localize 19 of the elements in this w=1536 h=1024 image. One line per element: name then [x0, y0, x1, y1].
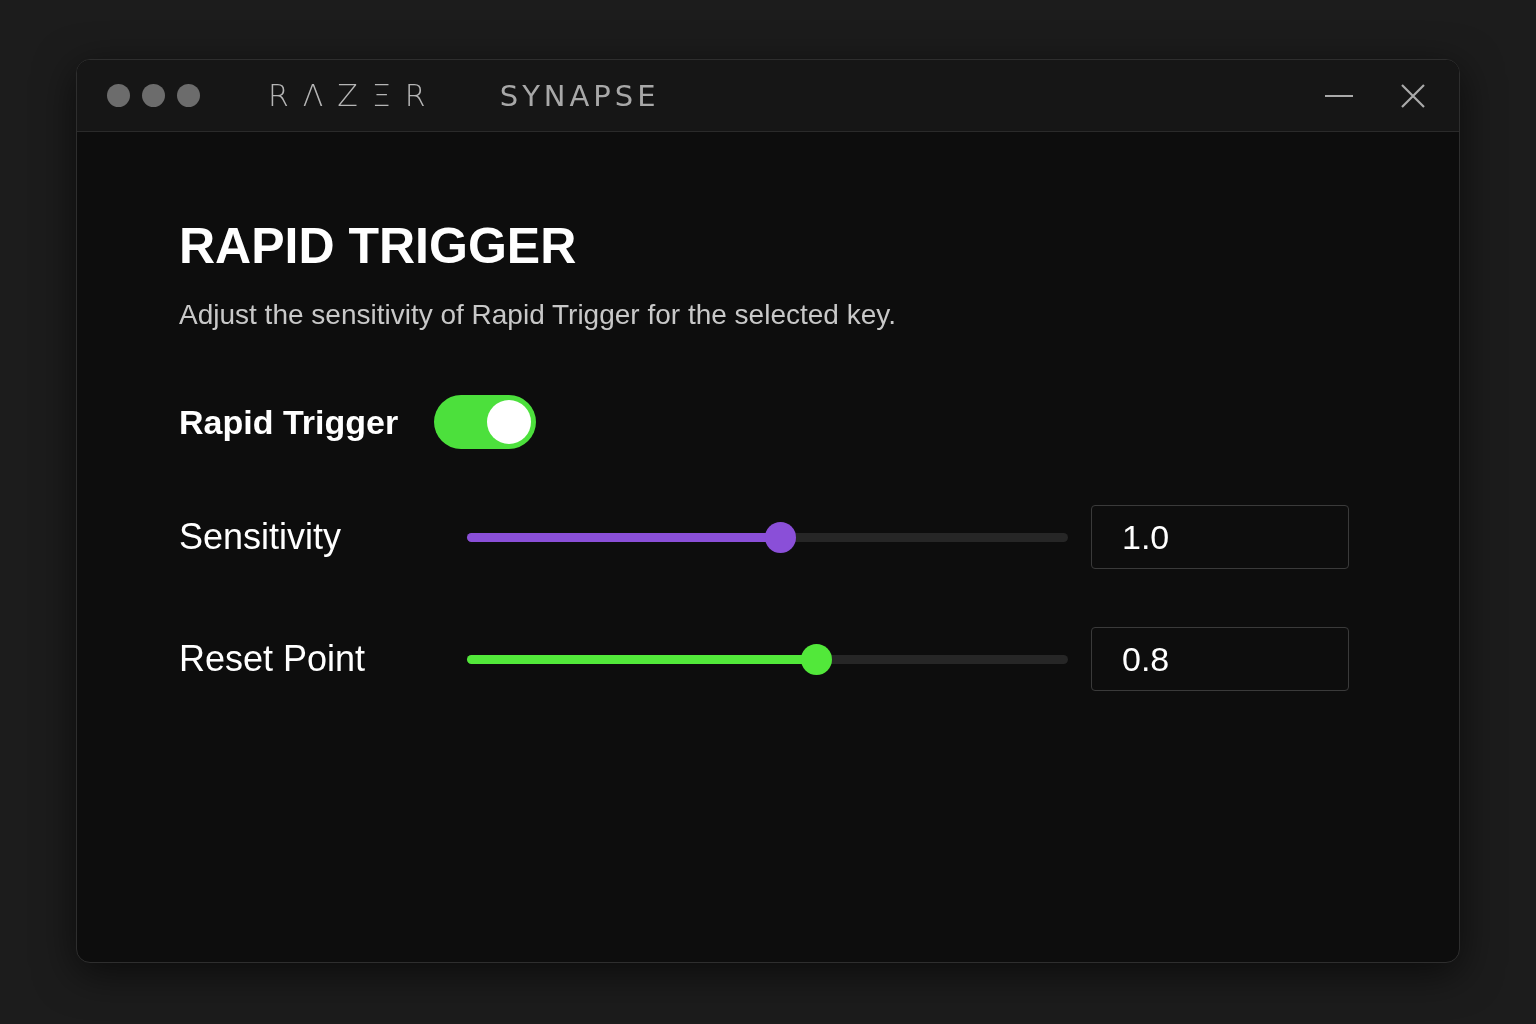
- window-dot-icon[interactable]: [142, 84, 165, 107]
- toggle-switch[interactable]: [434, 395, 537, 449]
- window-dot-icon[interactable]: [107, 84, 130, 107]
- page-heading: RAPID TRIGGER: [179, 217, 578, 275]
- window-dot-icon[interactable]: [177, 84, 200, 107]
- toggle-label: Rapid Trigger: [179, 402, 399, 442]
- slider-label: Reset Point: [179, 638, 367, 680]
- slider-thumb[interactable]: [764, 521, 796, 553]
- value-field[interactable]: 0.8: [1091, 627, 1349, 691]
- minimize-icon: [1325, 93, 1353, 98]
- value-field[interactable]: 1.0: [1091, 505, 1349, 569]
- window-title: SYNAPSE: [499, 78, 660, 113]
- slider[interactable]: [467, 643, 1068, 675]
- slider-thumb[interactable]: [800, 643, 832, 675]
- slider-label: Sensitivity: [179, 516, 343, 558]
- brand-logo: RΛZΞR: [268, 78, 440, 113]
- slider[interactable]: [467, 521, 1068, 553]
- close-icon: [1401, 83, 1425, 108]
- description-text: Adjust the sensitivity of Rapid Trigger for the selected key.: [179, 299, 897, 331]
